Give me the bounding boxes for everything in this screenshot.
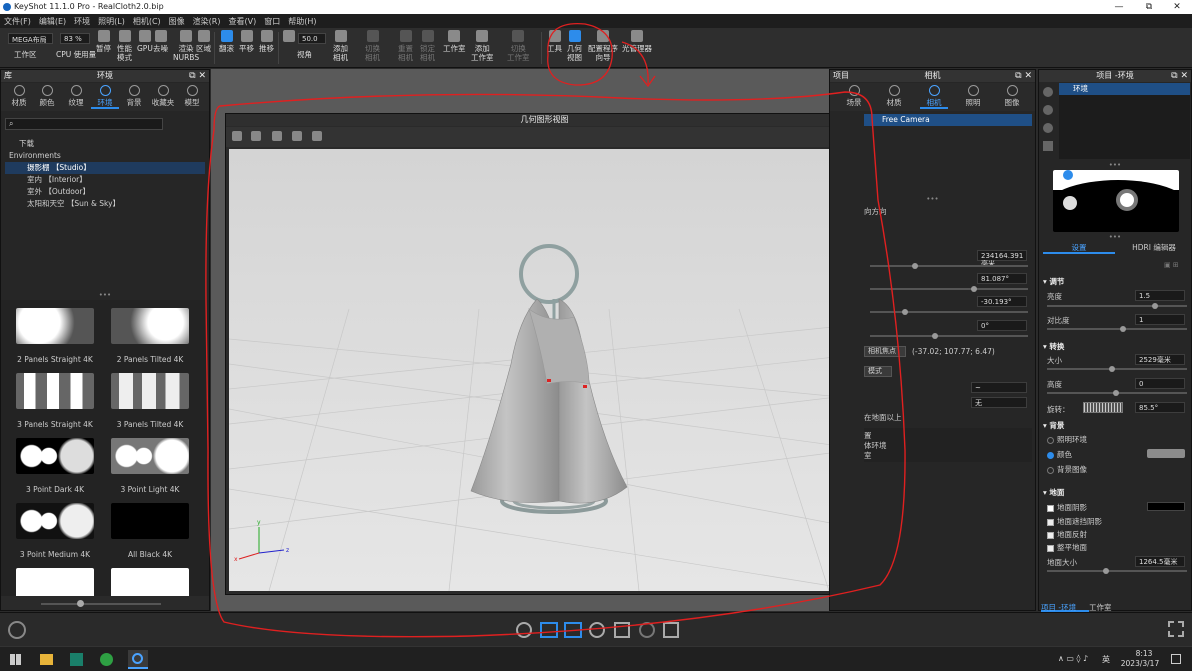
tray-icons[interactable]: ∧ ▭ ◊ ♪ <box>1058 654 1088 663</box>
windows-start-icon[interactable] <box>10 654 21 665</box>
keyshot-taskbar-item[interactable] <box>128 650 148 669</box>
annotation-circle <box>547 22 613 86</box>
ime-indicator[interactable]: 英 <box>1102 654 1110 665</box>
app-icon[interactable] <box>70 653 83 666</box>
red-annotation-overlay <box>205 22 906 638</box>
annotation-outline <box>205 91 906 638</box>
clock-time[interactable]: 8:13 <box>1124 649 1164 658</box>
notification-icon[interactable] <box>1171 654 1181 664</box>
windows-taskbar: ∧ ▭ ◊ ♪ 英 8:13 2023/3/17 <box>0 646 1192 671</box>
edge-icon[interactable] <box>100 653 113 666</box>
annotation-arrow <box>621 41 656 88</box>
file-explorer-icon[interactable] <box>40 654 53 665</box>
clock-date[interactable]: 2023/3/17 <box>1116 659 1164 668</box>
